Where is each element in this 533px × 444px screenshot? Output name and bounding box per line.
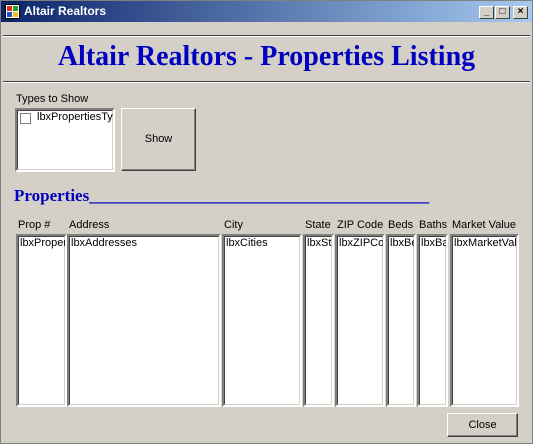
column-listbox[interactable]: lbxPropertyNumbers — [16, 234, 67, 407]
column-listbox-item[interactable]: lbxAddresses — [71, 237, 137, 249]
properties-heading: Properties______________________________… — [14, 186, 430, 205]
column-listbox-item[interactable]: lbxPropertyNumbers — [20, 237, 65, 249]
column-header: Prop # — [18, 219, 51, 231]
column-listbox[interactable]: lbxBathrooms — [417, 234, 448, 407]
column-header: City — [224, 219, 243, 231]
property-type-checkbox[interactable] — [20, 113, 31, 124]
title-divider — [3, 81, 530, 83]
column-header: Address — [69, 219, 110, 231]
main-window: Altair Realtors _ □ × Altair Realtors - … — [0, 0, 533, 444]
close-window-button[interactable]: × — [513, 6, 528, 19]
property-type-item[interactable]: lbxPropertiesTypes — [37, 111, 113, 123]
column-listbox[interactable]: lbxStates — [303, 234, 334, 407]
page-title: Altair Realtors - Properties Listing — [57, 41, 476, 72]
property-types-listbox[interactable]: lbxPropertiesTypes — [15, 108, 115, 172]
column-listbox-item[interactable]: lbxZIPCodes — [339, 237, 383, 249]
column-listbox[interactable]: lbxAddresses — [67, 234, 221, 407]
column-header: Baths — [419, 219, 448, 231]
types-to-show-label: Types to Show — [16, 93, 89, 105]
top-divider — [3, 35, 530, 37]
show-button[interactable]: Show — [121, 108, 196, 171]
column-listbox-item[interactable]: lbxBedrooms — [390, 237, 414, 249]
column-listbox[interactable]: lbxBedrooms — [386, 234, 416, 407]
column-header: State — [305, 219, 331, 231]
column-header: ZIP Code — [337, 219, 384, 231]
column-listbox-item[interactable]: lbxBathrooms — [421, 237, 446, 249]
column-listbox[interactable]: lbxZIPCodes — [335, 234, 385, 407]
column-header: Market Value — [452, 219, 516, 231]
column-listbox-item[interactable]: lbxCities — [226, 237, 268, 249]
minimize-button[interactable]: _ — [479, 6, 494, 19]
column-listbox-item[interactable]: lbxMarketValues — [454, 237, 517, 249]
column-header: Beds — [388, 219, 414, 231]
title-bar[interactable]: Altair Realtors _ □ × — [1, 1, 532, 22]
column-listbox[interactable]: lbxMarketValues — [450, 234, 519, 407]
window-title: Altair Realtors — [24, 4, 107, 18]
maximize-button[interactable]: □ — [495, 6, 510, 19]
app-icon — [5, 4, 20, 19]
close-button[interactable]: Close — [447, 413, 518, 437]
column-listbox-item[interactable]: lbxStates — [307, 237, 332, 249]
column-listbox[interactable]: lbxCities — [222, 234, 302, 407]
